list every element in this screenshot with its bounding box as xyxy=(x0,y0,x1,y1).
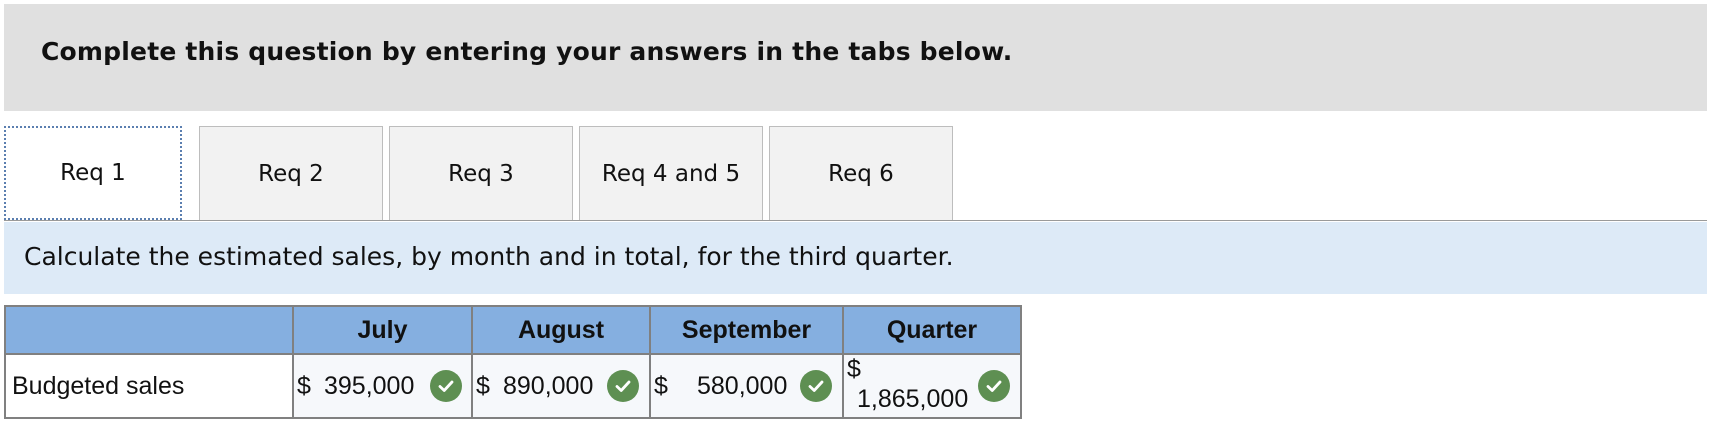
tab-divider xyxy=(4,220,1707,221)
question-prompt: Calculate the estimated sales, by month … xyxy=(4,222,1707,294)
header-quarter: Quarter xyxy=(842,305,1022,355)
tab-req-2[interactable]: Req 2 xyxy=(199,126,383,220)
currency-symbol: $ xyxy=(654,372,668,400)
header-blank xyxy=(4,305,294,355)
tab-label: Req 4 and 5 xyxy=(601,160,741,187)
header-august: August xyxy=(471,305,651,355)
budgeted-sales-table: July August September Quarter Budgeted s… xyxy=(4,305,1022,419)
checkmark-circle-icon xyxy=(607,370,639,402)
tab-req-6[interactable]: Req 6 xyxy=(769,126,953,220)
tab-req-1[interactable]: Req 1 xyxy=(4,126,182,220)
quarter-answer-value[interactable]: 1,865,000 xyxy=(857,385,968,414)
instructions-banner: Complete this question by entering your … xyxy=(4,4,1707,111)
tab-req-3[interactable]: Req 3 xyxy=(389,126,573,220)
instructions-text: Complete this question by entering your … xyxy=(41,37,1013,66)
table-row: Budgeted sales $ 395,000 $ 890,000 $ 580… xyxy=(4,353,1022,419)
august-answer-value[interactable]: 890,000 xyxy=(503,372,593,401)
currency-symbol: $ xyxy=(476,372,490,400)
row-label: Budgeted sales xyxy=(4,353,294,419)
tab-label: Req 6 xyxy=(828,160,894,187)
checkmark-circle-icon xyxy=(430,370,462,402)
tab-req-4-and-5[interactable]: Req 4 and 5 xyxy=(579,126,763,220)
tab-label: Req 3 xyxy=(448,160,514,187)
checkmark-circle-icon xyxy=(800,370,832,402)
tab-label: Req 1 xyxy=(60,160,126,186)
september-answer-value[interactable]: 580,000 xyxy=(697,372,787,401)
currency-symbol: $ xyxy=(847,355,861,383)
prompt-text: Calculate the estimated sales, by month … xyxy=(24,242,954,271)
tab-label: Req 2 xyxy=(258,160,324,187)
header-july: July xyxy=(292,305,473,355)
checkmark-circle-icon xyxy=(978,370,1010,402)
july-answer-value[interactable]: 395,000 xyxy=(324,372,414,401)
july-answer-cell[interactable]: $ 395,000 xyxy=(292,353,473,419)
quarter-answer-cell[interactable]: $ 1,865,000 xyxy=(842,353,1022,419)
august-answer-cell[interactable]: $ 890,000 xyxy=(471,353,651,419)
header-september: September xyxy=(649,305,844,355)
september-answer-cell[interactable]: $ 580,000 xyxy=(649,353,844,419)
table-header-row: July August September Quarter xyxy=(4,305,1022,355)
currency-symbol: $ xyxy=(297,372,311,400)
